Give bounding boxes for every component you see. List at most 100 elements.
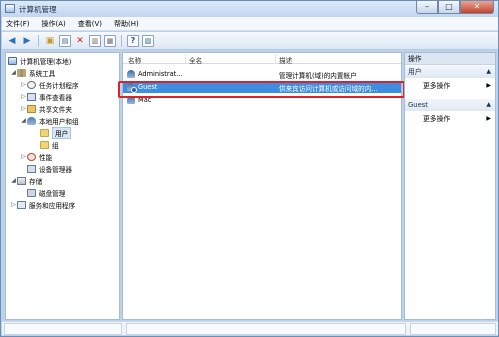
- show-hide-tree-icon[interactable]: ▤: [59, 34, 71, 47]
- column-name[interactable]: 名称: [128, 55, 141, 65]
- tree-system-tools[interactable]: ◢ 系统工具: [10, 67, 55, 78]
- maximize-button[interactable]: □: [438, 1, 460, 14]
- tree-services-apps-label: 服务和应用程序: [29, 201, 76, 210]
- close-button[interactable]: ✕: [460, 1, 494, 14]
- tree-shared-folders[interactable]: ▷ 共享文件夹: [20, 103, 72, 114]
- collapse-section-icon[interactable]: ▲: [486, 66, 491, 78]
- back-icon[interactable]: ◀: [6, 35, 18, 47]
- submenu-arrow-icon: ▶: [486, 115, 491, 122]
- performance-icon: [27, 152, 36, 161]
- tree-device-manager[interactable]: 设备管理器: [27, 163, 72, 174]
- actions-pane: 操作 用户 ▲ 更多操作 ▶ Guest ▲ 更多操作 ▶: [404, 52, 496, 320]
- actions-section-users-label: 用户: [408, 68, 422, 76]
- services-icon: [17, 200, 26, 209]
- toolbar-separator: [121, 34, 122, 47]
- forward-icon[interactable]: ▶: [21, 35, 33, 47]
- actions-header: 操作: [405, 53, 495, 65]
- export-icon[interactable]: ▦: [104, 34, 116, 47]
- shared-folder-icon: [27, 104, 36, 113]
- column-divider[interactable]: [185, 54, 186, 63]
- tree-event-viewer-label: 事件查看器: [39, 93, 72, 102]
- window-controls: – □ ✕: [416, 1, 494, 15]
- properties-icon[interactable]: ▥: [89, 34, 101, 47]
- delete-icon[interactable]: ✕: [74, 35, 86, 47]
- tree-local-users-groups[interactable]: ◢ 本地用户和组: [20, 115, 79, 126]
- tree-device-manager-label: 设备管理器: [39, 165, 72, 174]
- help-icon[interactable]: ?: [127, 34, 139, 47]
- menu-file[interactable]: 文件(F): [6, 19, 30, 29]
- tree-event-viewer[interactable]: ▷ 事件查看器: [20, 91, 72, 102]
- menu-action[interactable]: 操作(A): [42, 19, 66, 29]
- expand-arrow-icon[interactable]: ▷: [20, 93, 27, 100]
- tree-root-label: 计算机管理(本地): [20, 57, 72, 66]
- status-cell: [410, 323, 496, 335]
- collapse-arrow-icon[interactable]: ◢: [20, 117, 27, 124]
- list-header: 名称 全名 描述: [123, 53, 401, 65]
- column-divider[interactable]: [275, 54, 276, 63]
- collapse-arrow-icon[interactable]: ◢: [10, 177, 17, 184]
- folder-icon: [40, 128, 49, 137]
- submenu-arrow-icon: ▶: [486, 82, 491, 89]
- storage-icon: [17, 176, 26, 185]
- actions-section-guest-label: Guest: [408, 101, 428, 109]
- collapse-arrow-icon[interactable]: ◢: [10, 69, 17, 76]
- expand-arrow-icon[interactable]: ▷: [20, 81, 27, 88]
- tree-disk-management[interactable]: 磁盘管理: [27, 187, 65, 198]
- show-hide-action-icon[interactable]: ▧: [142, 34, 154, 47]
- collapse-section-icon[interactable]: ▲: [486, 99, 491, 111]
- tree-disk-management-label: 磁盘管理: [39, 189, 66, 198]
- tools-icon: [17, 68, 26, 77]
- tree-task-scheduler[interactable]: ▷ 任务计划程序: [20, 79, 79, 90]
- status-cell: [126, 323, 406, 335]
- folder-icon: [40, 140, 49, 149]
- tree-local-users-groups-label: 本地用户和组: [39, 117, 79, 126]
- users-icon: [27, 116, 36, 125]
- list-row-administrator[interactable]: Administrat... 管理计算机(域)的内置帐户: [123, 68, 401, 80]
- more-actions-guest[interactable]: 更多操作 ▶: [405, 113, 495, 125]
- menu-view[interactable]: 查看(V): [78, 19, 102, 29]
- tree-users[interactable]: 用户: [40, 126, 72, 139]
- computer-icon: [8, 56, 17, 65]
- computer-management-icon: [5, 4, 15, 13]
- computer-management-window: 计算机管理 – □ ✕ 文件(F) 操作(A) 查看(V) 帮助(H) ◀ ▶ …: [0, 0, 499, 337]
- red-highlight-box: [118, 81, 405, 98]
- disk-management-icon: [27, 188, 36, 197]
- tree-groups-label: 组: [52, 141, 59, 150]
- toolbar-separator: [38, 34, 39, 47]
- row-description: 管理计算机(域)的内置帐户: [279, 72, 357, 80]
- title-bar[interactable]: 计算机管理 – □ ✕: [1, 1, 498, 17]
- toolbar: ◀ ▶ ▣ ▤ ✕ ▥ ▦ ? ▧: [2, 32, 498, 50]
- menu-help[interactable]: 帮助(H): [114, 19, 139, 29]
- user-icon: [127, 70, 135, 78]
- menu-bar: 文件(F) 操作(A) 查看(V) 帮助(H): [2, 17, 498, 31]
- tree-users-label: 用户: [52, 126, 72, 139]
- event-viewer-icon: [27, 92, 36, 101]
- column-description[interactable]: 描述: [279, 55, 292, 65]
- more-actions-users[interactable]: 更多操作 ▶: [405, 80, 495, 92]
- tree-performance[interactable]: ▷ 性能: [20, 151, 52, 162]
- column-full-name[interactable]: 全名: [189, 55, 202, 65]
- row-name: Administrat...: [138, 70, 183, 78]
- console-tree: 计算机管理(本地) ◢ 系统工具 ▷ 任务计划程序 ▷ 事件查看器 ▷ 共享文件…: [5, 52, 120, 320]
- minimize-button[interactable]: –: [416, 1, 438, 14]
- tree-services-apps[interactable]: ▷ 服务和应用程序: [10, 199, 75, 210]
- clock-icon: [27, 80, 36, 89]
- expand-arrow-icon[interactable]: ▷: [20, 105, 27, 112]
- window-title: 计算机管理: [19, 5, 57, 14]
- tree-storage[interactable]: ◢ 存储: [10, 175, 42, 186]
- tree-root[interactable]: 计算机管理(本地): [8, 55, 71, 66]
- expand-arrow-icon[interactable]: ▷: [10, 201, 17, 208]
- device-manager-icon: [27, 164, 36, 173]
- tree-performance-label: 性能: [39, 153, 53, 162]
- actions-section-users[interactable]: 用户 ▲: [405, 66, 495, 78]
- status-bar: [2, 321, 498, 335]
- tree-shared-folders-label: 共享文件夹: [39, 105, 72, 114]
- tree-system-tools-label: 系统工具: [29, 69, 56, 78]
- more-actions-label: 更多操作: [423, 115, 451, 123]
- tree-groups[interactable]: 组: [40, 139, 59, 150]
- up-icon[interactable]: ▣: [44, 35, 56, 47]
- expand-arrow-icon[interactable]: ▷: [20, 153, 27, 160]
- actions-section-guest[interactable]: Guest ▲: [405, 99, 495, 111]
- tree-task-scheduler-label: 任务计划程序: [39, 81, 79, 90]
- tree-storage-label: 存储: [29, 177, 43, 186]
